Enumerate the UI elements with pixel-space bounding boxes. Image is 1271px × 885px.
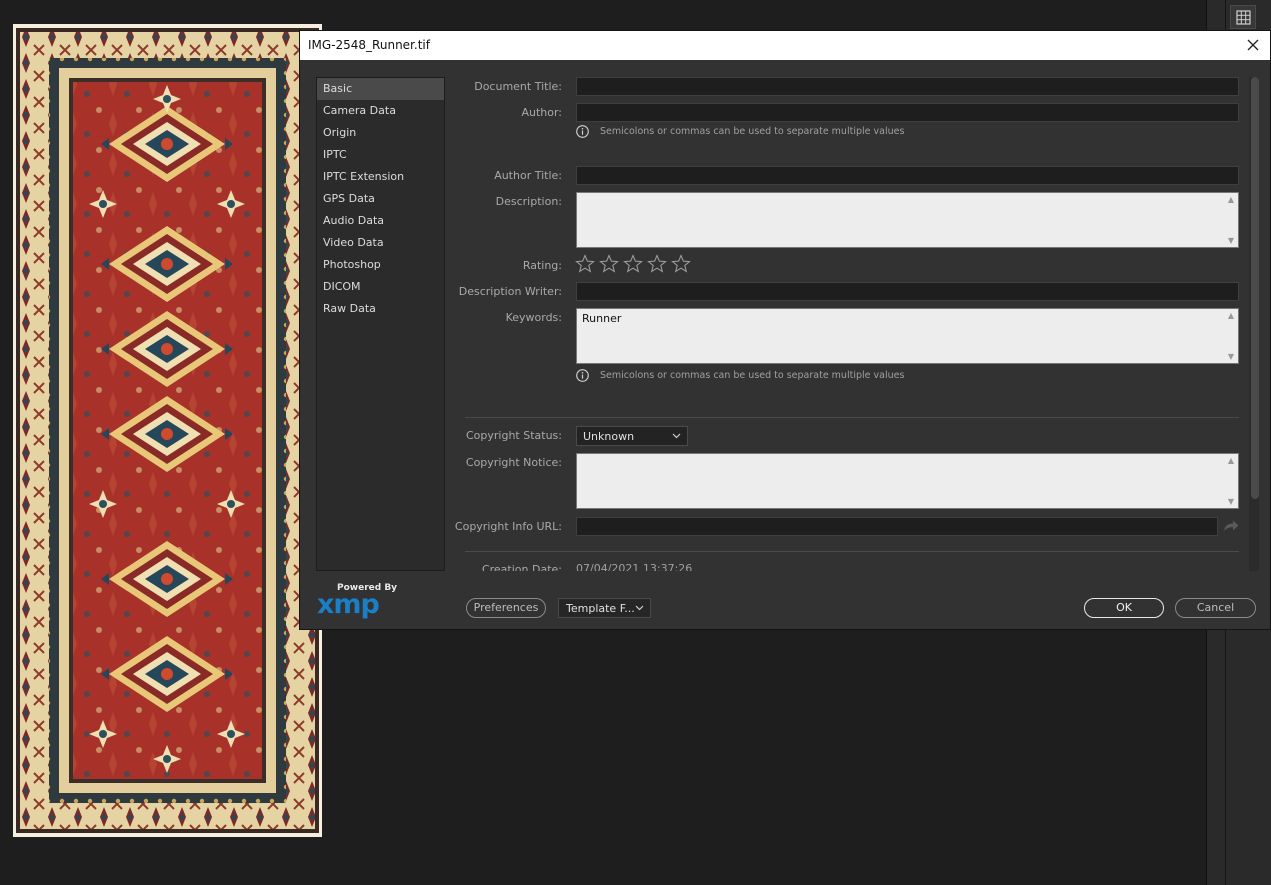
keywords-textarea[interactable]: Runner ▲ ▼: [576, 308, 1239, 364]
file-info-dialog: IMG-2548_Runner.tif Basic Camera Data Or…: [299, 30, 1271, 630]
keywords-text: Runner: [582, 312, 622, 325]
grid-view-button[interactable]: [1230, 5, 1256, 29]
preferences-button[interactable]: Preferences: [466, 598, 546, 618]
copyright-url-input[interactable]: [576, 517, 1218, 536]
star-outline-icon[interactable]: [647, 254, 667, 274]
cancel-button[interactable]: Cancel: [1175, 598, 1256, 618]
template-folder-label: Template F...: [566, 602, 635, 615]
scroll-up-icon[interactable]: ▲: [1228, 311, 1234, 320]
dialog-titlebar[interactable]: IMG-2548_Runner.tif: [300, 31, 1270, 60]
keywords-hint: Semicolons or commas can be used to sepa…: [576, 369, 904, 382]
info-icon: [576, 369, 589, 382]
description-label: Description:: [495, 195, 562, 208]
xmp-wordmark: xmp: [317, 589, 380, 620]
category-sidebar: Basic Camera Data Origin IPTC IPTC Exten…: [316, 77, 445, 571]
rug-image-preview[interactable]: [13, 24, 322, 837]
description-writer-label: Description Writer:: [458, 285, 562, 298]
author-hint-text: Semicolons or commas can be used to sepa…: [600, 126, 905, 137]
copyright-notice-label: Copyright Notice:: [465, 456, 562, 469]
star-outline-icon[interactable]: [671, 254, 691, 274]
keywords-label: Keywords:: [505, 311, 562, 324]
copyright-status-label: Copyright Status:: [465, 429, 562, 442]
ok-button[interactable]: OK: [1084, 598, 1164, 618]
document-title-label: Document Title:: [474, 80, 562, 93]
rug-artwork: [13, 24, 322, 837]
close-button[interactable]: [1242, 35, 1264, 55]
form-scrollbar-thumb[interactable]: [1251, 77, 1259, 499]
document-title-input[interactable]: [576, 77, 1239, 96]
sidebar-item-dicom[interactable]: DICOM: [317, 276, 444, 298]
rating-label: Rating:: [522, 259, 562, 272]
sidebar-item-video-data[interactable]: Video Data: [317, 232, 444, 254]
copyright-notice-textarea[interactable]: ▲ ▼: [576, 453, 1239, 509]
star-outline-icon[interactable]: [575, 254, 595, 274]
scroll-down-icon[interactable]: ▼: [1228, 352, 1234, 361]
sidebar-item-origin[interactable]: Origin: [317, 122, 444, 144]
scroll-down-icon[interactable]: ▼: [1228, 497, 1234, 506]
sidebar-item-basic[interactable]: Basic: [317, 78, 444, 100]
sidebar-item-raw-data[interactable]: Raw Data: [317, 298, 444, 320]
description-writer-input[interactable]: [576, 282, 1239, 301]
scroll-up-icon[interactable]: ▲: [1228, 456, 1234, 465]
sidebar-item-iptc-extension[interactable]: IPTC Extension: [317, 166, 444, 188]
scroll-down-icon[interactable]: ▼: [1228, 236, 1234, 245]
author-hint: Semicolons or commas can be used to sepa…: [576, 125, 904, 138]
author-input[interactable]: [576, 103, 1239, 122]
section-divider: [465, 417, 1239, 418]
keywords-hint-text: Semicolons or commas can be used to sepa…: [600, 370, 905, 381]
author-label: Author:: [521, 106, 562, 119]
dialog-title: IMG-2548_Runner.tif: [308, 38, 430, 52]
description-textarea[interactable]: ▲ ▼: [576, 192, 1239, 248]
section-divider: [465, 551, 1239, 552]
sidebar-item-iptc[interactable]: IPTC: [317, 144, 444, 166]
sidebar-item-gps-data[interactable]: GPS Data: [317, 188, 444, 210]
copyright-status-select[interactable]: Unknown: [576, 426, 688, 446]
sidebar-item-audio-data[interactable]: Audio Data: [317, 210, 444, 232]
author-title-input[interactable]: [576, 166, 1239, 185]
share-arrow-icon[interactable]: [1222, 519, 1240, 533]
sidebar-item-photoshop[interactable]: Photoshop: [317, 254, 444, 276]
grid-icon: [1235, 9, 1251, 25]
star-outline-icon[interactable]: [599, 254, 619, 274]
close-icon: [1247, 39, 1259, 51]
sidebar-item-camera-data[interactable]: Camera Data: [317, 100, 444, 122]
xmp-logo: Powered By xmp: [317, 583, 397, 620]
copyright-url-label: Copyright Info URL:: [454, 520, 562, 533]
chevron-down-icon: [672, 433, 681, 439]
scroll-up-icon[interactable]: ▲: [1228, 195, 1234, 204]
copyright-status-value: Unknown: [583, 430, 635, 443]
star-outline-icon[interactable]: [623, 254, 643, 274]
template-folder-select[interactable]: Template F...: [558, 598, 651, 618]
info-icon: [576, 125, 589, 138]
chevron-down-icon: [635, 605, 644, 611]
author-title-label: Author Title:: [494, 169, 562, 182]
